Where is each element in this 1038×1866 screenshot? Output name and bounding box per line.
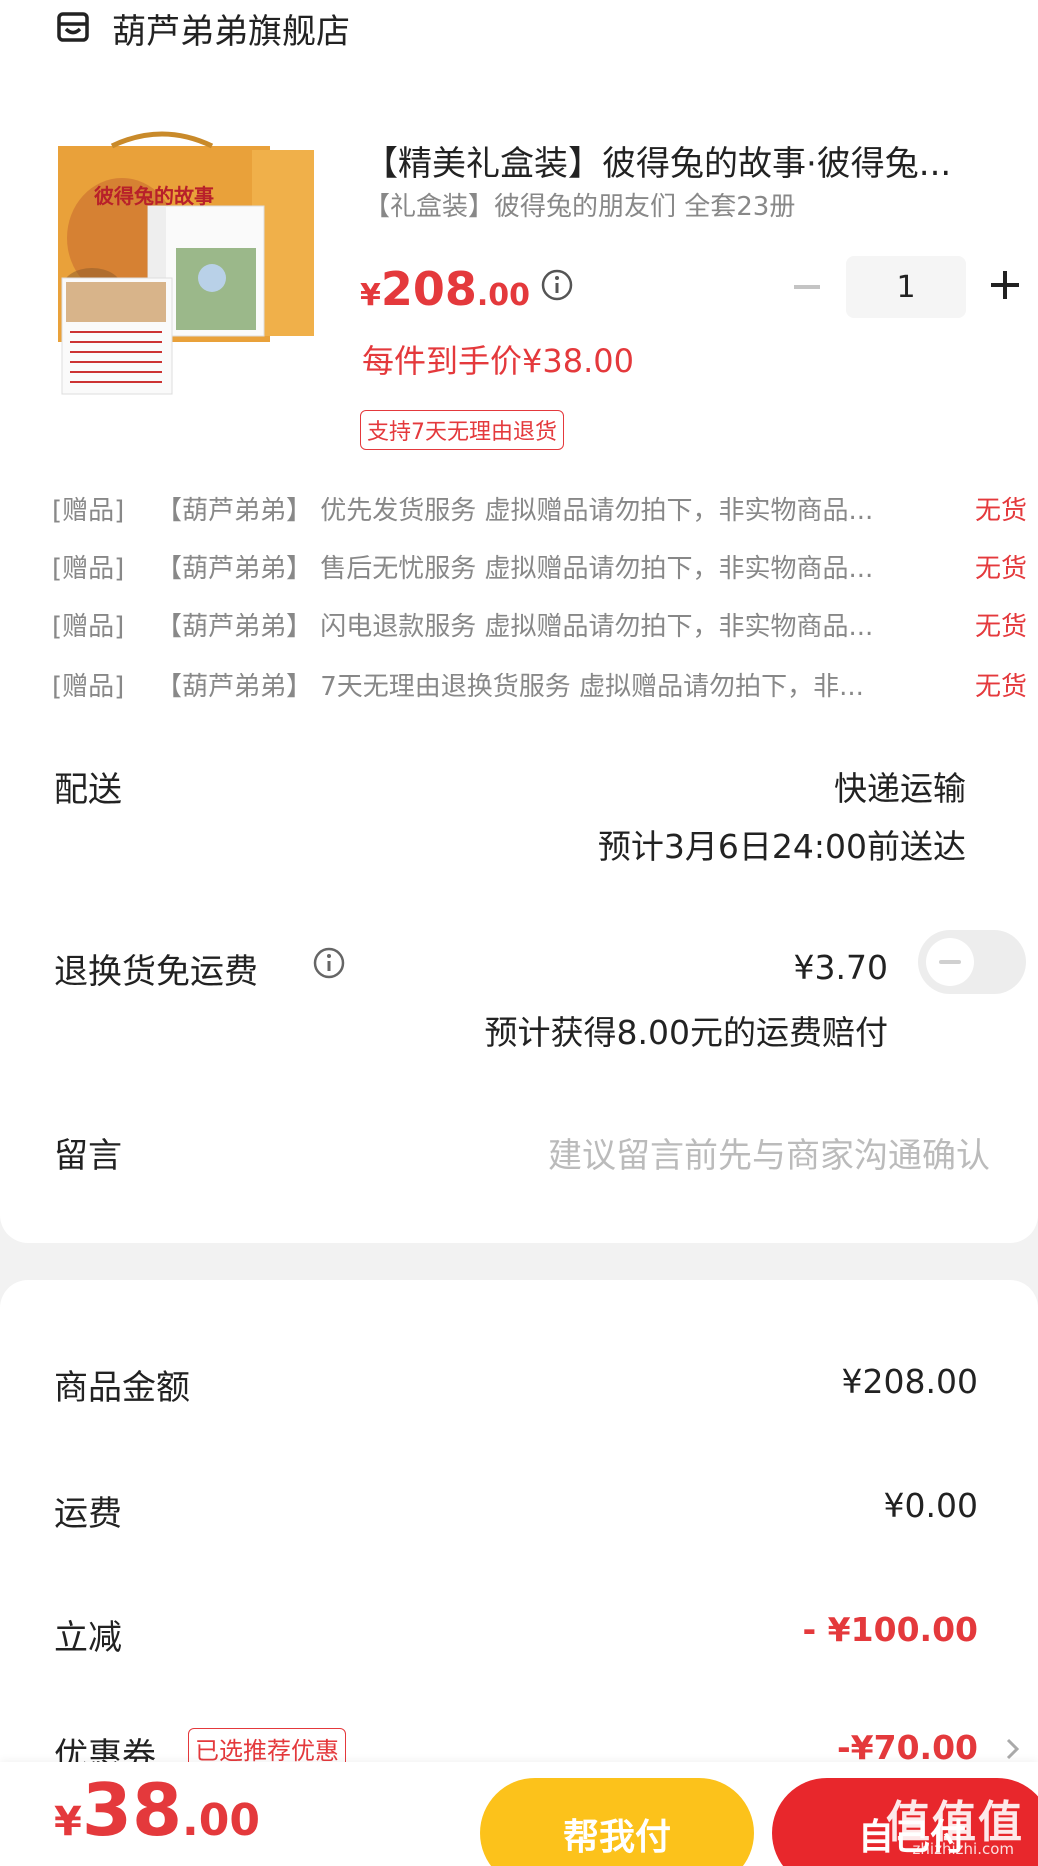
goods-amount-value: ¥208.00: [841, 1362, 978, 1401]
price-currency: ¥: [360, 278, 381, 313]
gift-tag: [赠品]: [52, 671, 125, 702]
unit-price: 每件到手价¥38.00: [362, 342, 634, 380]
gift-text: 【葫芦弟弟】 闪电退款服务 虚拟赠品请勿拍下，非实物商品...: [156, 611, 874, 642]
gift-text: 【葫芦弟弟】 优先发货服务 虚拟赠品请勿拍下，非实物商品...: [156, 495, 874, 526]
total-price: ¥38.00: [54, 1768, 260, 1852]
delivery-eta: 预计3月6日24:00前送达: [597, 827, 966, 866]
gift-tag: [赠品]: [52, 553, 125, 584]
quantity-input[interactable]: 1: [846, 256, 966, 318]
return-policy-badge: 支持7天无理由退货: [360, 410, 564, 450]
store-icon: [57, 12, 89, 42]
gift-item[interactable]: [赠品] 【葫芦弟弟】 闪电退款服务 虚拟赠品请勿拍下，非实物商品... 无货: [52, 602, 1027, 646]
return-insurance-note: 预计获得8.00元的运费赔付: [484, 1013, 888, 1052]
delivery-method[interactable]: 快递运输: [834, 762, 966, 810]
gift-text: 【葫芦弟弟】 7天无理由退换货服务 虚拟赠品请勿拍下，非...: [156, 671, 864, 702]
discount-label: 立减: [54, 1618, 122, 1658]
shop-name[interactable]: 葫芦弟弟旗舰店: [112, 4, 350, 53]
return-insurance-label: 退换货免运费: [54, 952, 258, 992]
return-insurance-price: ¥3.70: [793, 948, 888, 987]
message-label: 留言: [54, 1136, 122, 1176]
quantity-increase-button[interactable]: [988, 268, 1022, 302]
goods-amount-label: 商品金额: [54, 1368, 190, 1408]
return-insurance-toggle[interactable]: [918, 930, 1026, 994]
gift-text: 【葫芦弟弟】 售后无忧服务 虚拟赠品请勿拍下，非实物商品...: [156, 553, 874, 584]
gift-status: 无货: [970, 489, 1027, 527]
product-image-text: 彼得兔的故事: [94, 184, 214, 208]
help-pay-button[interactable]: 帮我付: [480, 1778, 754, 1866]
price-integer: 208: [380, 262, 477, 316]
gift-status: 无货: [970, 547, 1027, 585]
discount-value: - ¥100.00: [802, 1610, 979, 1649]
gift-item[interactable]: [赠品] 【葫芦弟弟】 售后无忧服务 虚拟赠品请勿拍下，非实物商品... 无货: [52, 544, 1027, 588]
total-integer: 38: [81, 1768, 183, 1852]
total-decimal: .00: [182, 1795, 260, 1846]
price-decimal: .00: [476, 278, 531, 313]
info-icon[interactable]: [312, 946, 346, 980]
product-spec[interactable]: 【礼盒装】彼得兔的朋友们 全套23册: [364, 186, 795, 223]
product-image[interactable]: 彼得兔的故事: [52, 128, 322, 403]
watermark-url: zhizhizhi.com: [912, 1840, 1014, 1858]
delivery-label: 配送: [54, 770, 122, 810]
toggle-knob: [926, 938, 974, 986]
shipping-fee-label: 运费: [54, 1494, 122, 1534]
gift-tag: [赠品]: [52, 611, 125, 642]
chevron-right-icon[interactable]: [1004, 1734, 1022, 1764]
info-icon[interactable]: [540, 268, 574, 302]
gift-tag: [赠品]: [52, 495, 125, 526]
total-currency: ¥: [54, 1799, 82, 1845]
message-input[interactable]: 建议留言前先与商家沟通确认: [548, 1128, 990, 1177]
quantity-decrease-button[interactable]: [790, 270, 824, 304]
gift-item[interactable]: [赠品] 【葫芦弟弟】 7天无理由退换货服务 虚拟赠品请勿拍下，非... 无货: [52, 662, 1027, 706]
product-price: ¥208.00: [360, 262, 530, 316]
product-title[interactable]: 【精美礼盒装】彼得兔的故事·彼得兔...: [364, 136, 1024, 185]
gift-status: 无货: [970, 605, 1027, 643]
gift-item[interactable]: [赠品] 【葫芦弟弟】 优先发货服务 虚拟赠品请勿拍下，非实物商品... 无货: [52, 486, 1027, 530]
shipping-fee-value: ¥0.00: [883, 1486, 978, 1525]
gift-status: 无货: [970, 665, 1027, 703]
